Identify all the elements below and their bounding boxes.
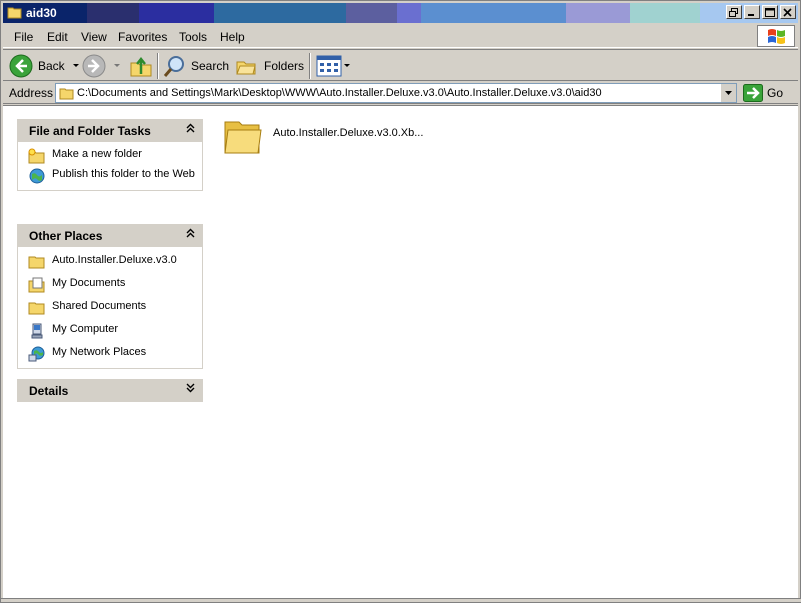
address-value: C:\Documents and Settings\Mark\Desktop\W… bbox=[77, 87, 602, 99]
forward-arrow-icon bbox=[82, 54, 106, 78]
folder-icon bbox=[224, 121, 262, 154]
address-bar: Address C:\Documents and Settings\Mark\D… bbox=[3, 82, 798, 104]
panel-title: Details bbox=[29, 384, 69, 398]
place-network-places[interactable]: My Network Places bbox=[28, 346, 202, 362]
folder-icon bbox=[28, 256, 45, 269]
place-my-documents[interactable]: My Documents bbox=[28, 277, 202, 293]
chevron-down-icon bbox=[725, 91, 732, 95]
folder-icon bbox=[7, 7, 22, 19]
menu-help[interactable]: Help bbox=[220, 30, 245, 44]
menu-bar: File Edit View Favorites Tools Help bbox=[3, 25, 798, 48]
details-header[interactable]: Details bbox=[17, 379, 203, 402]
chevron-down-icon bbox=[114, 64, 120, 67]
new-folder-icon bbox=[28, 148, 45, 164]
close-icon bbox=[783, 7, 792, 17]
task-label: Make a new folder bbox=[52, 148, 142, 160]
search-label: Search bbox=[191, 59, 230, 73]
search-button[interactable]: Search bbox=[163, 54, 229, 78]
minimize-button[interactable] bbox=[726, 5, 742, 19]
minimize-icon bbox=[748, 13, 754, 16]
menu-edit[interactable]: Edit bbox=[47, 30, 68, 44]
go-label: Go bbox=[767, 86, 784, 100]
chevron-down-icon bbox=[72, 64, 79, 67]
place-auto-installer[interactable]: Auto.Installer.Deluxe.v3.0 bbox=[28, 254, 202, 270]
up-folder-button[interactable] bbox=[129, 54, 153, 78]
back-arrow-icon bbox=[9, 54, 33, 78]
task-publish-web[interactable]: Publish this folder to the Web bbox=[28, 168, 202, 184]
minimize-window-button[interactable] bbox=[744, 5, 760, 19]
windows-logo bbox=[757, 25, 795, 47]
back-label: Back bbox=[38, 59, 65, 73]
folder-icon bbox=[28, 302, 45, 315]
maximize-icon bbox=[765, 7, 775, 17]
toolbar-separator bbox=[309, 53, 311, 79]
menu-tools[interactable]: Tools bbox=[179, 30, 207, 44]
folders-button[interactable]: Folders bbox=[235, 54, 304, 78]
window-title: aid30 bbox=[26, 6, 57, 20]
content-area: File and Folder Tasks Make a new folder bbox=[3, 105, 798, 600]
restore-icon bbox=[729, 7, 738, 17]
menu-file[interactable]: File bbox=[14, 30, 33, 44]
place-shared-documents[interactable]: Shared Documents bbox=[28, 300, 202, 316]
my-computer-icon bbox=[31, 323, 43, 339]
file-folder-tasks-panel: File and Folder Tasks Make a new folder bbox=[17, 119, 203, 191]
place-label: Shared Documents bbox=[52, 300, 147, 312]
place-my-computer[interactable]: My Computer bbox=[28, 323, 202, 339]
toolbar-separator bbox=[157, 53, 159, 79]
folder-icon bbox=[59, 88, 74, 100]
windows-flag-icon bbox=[768, 29, 785, 44]
my-documents-icon bbox=[28, 277, 45, 293]
address-label: Address bbox=[9, 86, 54, 100]
go-button[interactable]: Go bbox=[743, 83, 783, 103]
other-places-panel: Other Places Auto.Installer.Deluxe.v3.0 … bbox=[17, 224, 203, 369]
chevron-down-icon bbox=[344, 64, 350, 67]
address-dropdown-button[interactable] bbox=[720, 84, 736, 102]
place-label: Auto.Installer.Deluxe.v3.0 bbox=[52, 254, 177, 266]
collapse-chevron-icon bbox=[186, 123, 195, 133]
details-panel: Details bbox=[17, 379, 203, 402]
place-label: My Network Places bbox=[52, 346, 147, 358]
folders-label: Folders bbox=[264, 59, 305, 73]
views-button[interactable] bbox=[316, 54, 350, 78]
address-input[interactable]: C:\Documents and Settings\Mark\Desktop\W… bbox=[55, 83, 737, 103]
explorer-window: aid30 File Edit View Favorites Tools Hel… bbox=[0, 0, 801, 603]
publish-web-icon bbox=[29, 168, 45, 184]
panel-title: File and Folder Tasks bbox=[29, 124, 151, 138]
place-label: My Computer bbox=[52, 323, 119, 335]
window-bottom-edge bbox=[1, 598, 801, 602]
folders-icon bbox=[236, 61, 256, 75]
panel-title: Other Places bbox=[29, 229, 103, 243]
title-bar[interactable]: aid30 bbox=[3, 3, 798, 23]
task-label: Publish this folder to the Web bbox=[52, 168, 195, 180]
file-item-folder[interactable]: Auto.Installer.Deluxe.v3.0.Xb... bbox=[223, 116, 423, 156]
task-make-new-folder[interactable]: Make a new folder bbox=[28, 148, 202, 164]
close-button[interactable] bbox=[780, 5, 796, 19]
file-name: Auto.Installer.Deluxe.v3.0.Xb... bbox=[273, 127, 424, 139]
up-folder-icon bbox=[130, 56, 152, 77]
collapse-chevron-icon bbox=[186, 228, 195, 238]
file-folder-tasks-header[interactable]: File and Folder Tasks bbox=[17, 119, 203, 142]
back-button[interactable]: Back bbox=[9, 54, 79, 78]
maximize-button[interactable] bbox=[762, 5, 778, 19]
go-arrow-icon bbox=[743, 84, 763, 102]
expand-chevron-icon bbox=[186, 383, 195, 393]
menu-view[interactable]: View bbox=[81, 30, 107, 44]
other-places-header[interactable]: Other Places bbox=[17, 224, 203, 247]
views-icon bbox=[316, 55, 342, 77]
network-places-icon bbox=[28, 346, 45, 362]
forward-button[interactable] bbox=[82, 54, 120, 78]
menu-favorites[interactable]: Favorites bbox=[118, 30, 167, 44]
place-label: My Documents bbox=[52, 277, 126, 289]
standard-toolbar: Back Search Folders bbox=[3, 49, 798, 81]
search-icon bbox=[163, 56, 184, 77]
